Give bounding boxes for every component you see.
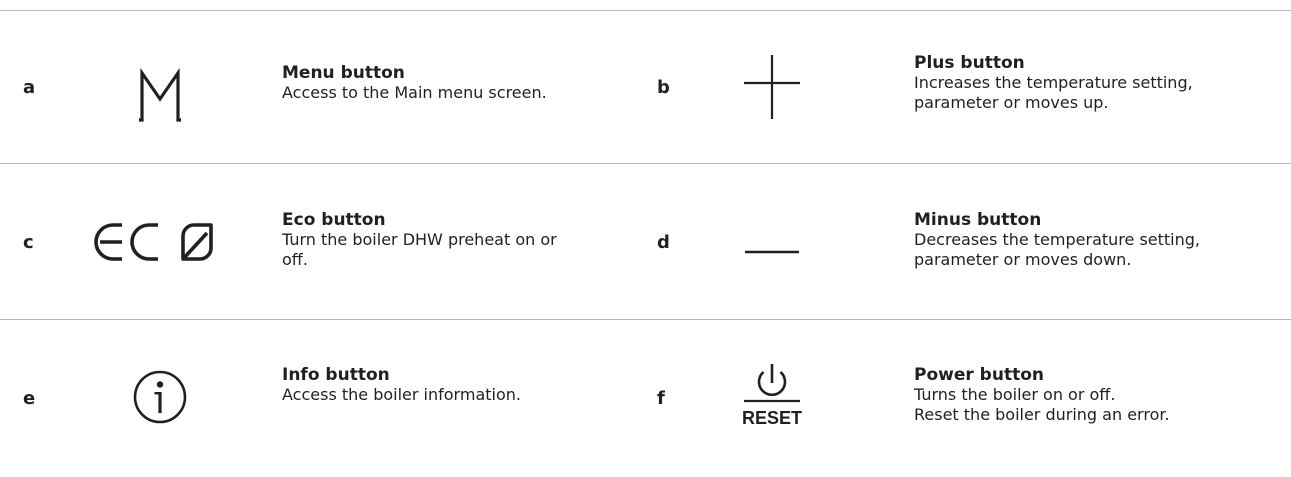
eco-button-entry: c Eco button Turn the boiler DHW preheat… — [0, 164, 646, 319]
plus-icon — [702, 43, 842, 123]
button-row: c Eco button Turn the boiler DHW preheat… — [0, 164, 1291, 319]
menu-button-entry: a Menu button Access to the Main menu sc… — [0, 11, 646, 163]
button-title: Eco button — [282, 210, 386, 230]
power-reset-icon: RESET — [702, 338, 842, 438]
button-description: Access the boiler information. — [282, 385, 521, 404]
minus-button-text: Minus button Decreases the temperature s… — [914, 210, 1291, 270]
power-button-entry: f RESET Power button Turns the boiler on… — [646, 320, 1291, 477]
plus-button-entry: b Plus button Increases the temperature … — [646, 11, 1291, 163]
eco-icon — [80, 202, 240, 282]
item-letter: c — [23, 232, 34, 253]
info-button-text: Info button Access the boiler informatio… — [282, 365, 662, 405]
info-button-entry: e Info button Access the boiler informat… — [0, 320, 646, 477]
button-row: a Menu button Access to the Main menu sc… — [0, 11, 1291, 163]
plus-button-text: Plus button Increases the temperature se… — [914, 53, 1291, 113]
eco-button-text: Eco button Turn the boiler DHW preheat o… — [282, 210, 662, 270]
button-description: Turn the boiler DHW preheat on or off. — [282, 230, 557, 269]
menu-button-text: Menu button Access to the Main menu scre… — [282, 63, 662, 103]
item-letter: b — [657, 77, 670, 98]
info-icon — [80, 358, 240, 438]
button-title: Minus button — [914, 210, 1042, 230]
item-letter: f — [657, 388, 665, 409]
power-button-text: Power button Turns the boiler on or off.… — [914, 365, 1291, 425]
item-letter: e — [23, 388, 36, 409]
button-description: Turns the boiler on or off. Reset the bo… — [914, 385, 1170, 424]
reset-label: RESET — [742, 408, 802, 428]
button-description: Access to the Main menu screen. — [282, 83, 547, 102]
item-letter: d — [657, 232, 670, 253]
button-title: Menu button — [282, 63, 405, 83]
minus-button-entry: d Minus button Decreases the temperature… — [646, 164, 1291, 319]
minus-icon — [702, 202, 842, 282]
button-description: Decreases the temperature setting, param… — [914, 230, 1200, 269]
menu-m-icon — [80, 51, 240, 131]
item-letter: a — [23, 77, 36, 98]
button-title: Info button — [282, 365, 390, 385]
button-description: Increases the temperature setting, param… — [914, 73, 1193, 112]
button-row: e Info button Access the boiler informat… — [0, 320, 1291, 477]
button-title: Power button — [914, 365, 1044, 385]
button-title: Plus button — [914, 53, 1025, 73]
